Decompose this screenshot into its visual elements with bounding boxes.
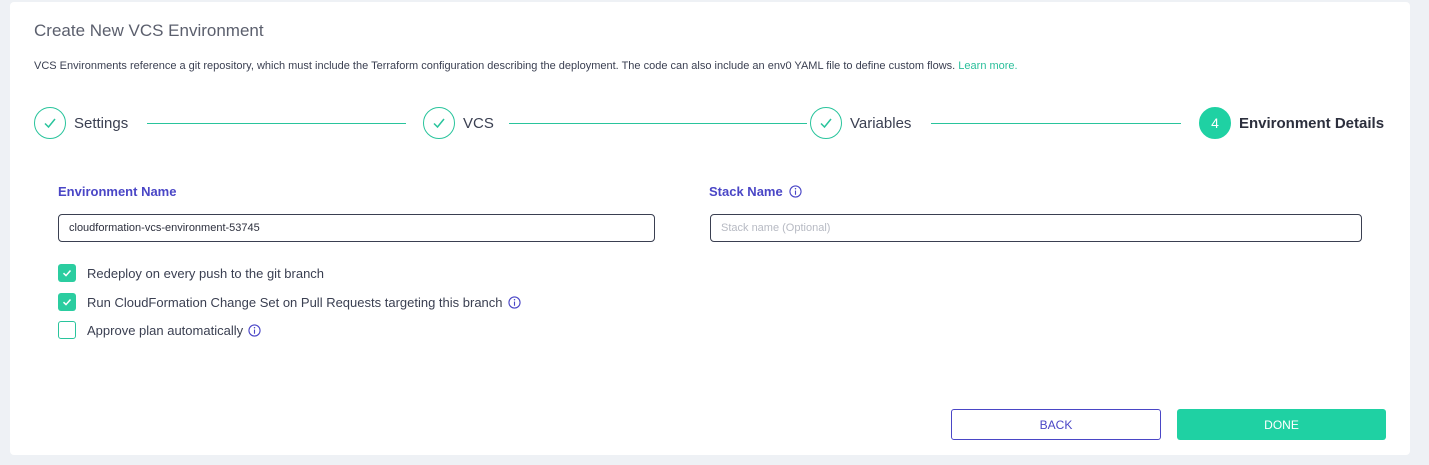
step-vcs[interactable]: VCS: [423, 106, 494, 140]
stack-name-label: Stack Name: [709, 184, 802, 199]
step-environment-details[interactable]: 4 Environment Details: [1199, 106, 1384, 140]
info-icon[interactable]: [789, 185, 802, 198]
auto-approve-label: Approve plan automatically: [87, 322, 244, 338]
checkmark-icon: [62, 299, 72, 306]
environment-name-label: Environment Name: [58, 184, 176, 199]
stack-name-label-text: Stack Name: [709, 184, 783, 199]
step-variables[interactable]: Variables: [810, 106, 911, 140]
info-icon[interactable]: [507, 295, 521, 309]
step-label: VCS: [463, 114, 494, 132]
step-label: Environment Details: [1239, 114, 1385, 132]
step-settings[interactable]: Settings: [34, 106, 128, 140]
environment-name-input[interactable]: [58, 214, 655, 242]
step-connector: [147, 123, 406, 124]
redeploy-option[interactable]: Redeploy on every push to the git branch: [58, 264, 324, 282]
auto-approve-option[interactable]: Approve plan automatically: [58, 321, 261, 339]
step-connector: [931, 123, 1181, 124]
page-description: VCS Environments reference a git reposit…: [34, 60, 1018, 72]
check-icon: [34, 107, 66, 139]
back-button[interactable]: BACK: [951, 409, 1161, 440]
check-icon: [810, 107, 842, 139]
step-label: Settings: [74, 114, 129, 132]
change-set-label: Run CloudFormation Change Set on Pull Re…: [87, 294, 503, 310]
stack-name-input[interactable]: [710, 214, 1362, 242]
check-icon: [423, 107, 455, 139]
step-label: Variables: [850, 114, 912, 132]
step-number-badge: 4: [1199, 107, 1231, 139]
auto-approve-checkbox[interactable]: [58, 321, 76, 339]
create-environment-panel: Create New VCS Environment VCS Environme…: [10, 2, 1410, 455]
page-title: Create New VCS Environment: [34, 21, 264, 40]
environment-name-label-text: Environment Name: [58, 184, 177, 199]
description-text: VCS Environments reference a git reposit…: [34, 60, 956, 72]
step-connector: [509, 123, 807, 124]
learn-more-link[interactable]: Learn more.: [958, 60, 1017, 72]
info-icon[interactable]: [248, 323, 261, 337]
checkmark-icon: [62, 270, 72, 277]
redeploy-label: Redeploy on every push to the git branch: [87, 265, 325, 281]
change-set-option[interactable]: Run CloudFormation Change Set on Pull Re…: [58, 293, 521, 311]
redeploy-checkbox[interactable]: [58, 264, 76, 282]
done-button[interactable]: DONE: [1177, 409, 1386, 440]
change-set-checkbox[interactable]: [58, 293, 76, 311]
